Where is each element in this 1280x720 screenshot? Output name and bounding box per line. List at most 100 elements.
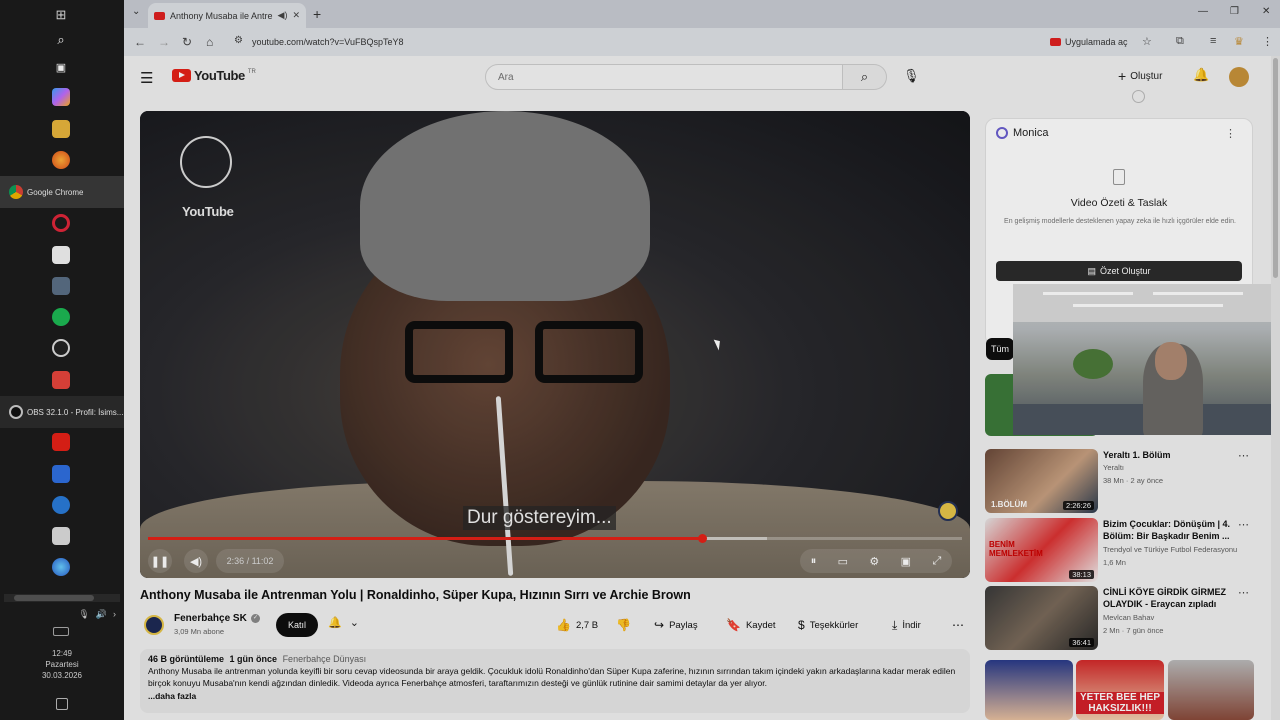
- spotify-icon[interactable]: [52, 308, 70, 326]
- site-info-icon[interactable]: ⚙: [234, 35, 243, 46]
- recommendation-item[interactable]: BENİM MEMLEKETİM 38:13 Bizim Çocuklar: D…: [985, 518, 1255, 590]
- opera-icon[interactable]: [52, 214, 70, 232]
- voice-search-icon[interactable]: 🎙: [903, 68, 920, 84]
- page-scrollbar[interactable]: [1271, 56, 1280, 720]
- chip-all[interactable]: Tüm: [986, 338, 1014, 360]
- more-vertical-icon[interactable]: ⋯: [1238, 449, 1249, 462]
- reload-icon[interactable]: ↻: [182, 35, 192, 49]
- theater-mode-icon[interactable]: ▣: [901, 555, 911, 568]
- media-control-icon[interactable]: ≡: [1210, 35, 1216, 47]
- obs-icon[interactable]: [52, 339, 70, 357]
- search-button[interactable]: ⌕: [843, 64, 887, 90]
- scroll-thumb[interactable]: [14, 595, 94, 601]
- show-more-link[interactable]: ...daha fazla: [148, 691, 962, 701]
- recommendation-thumbnail-partial[interactable]: [985, 660, 1073, 720]
- browser-menu-icon[interactable]: ⋮: [1262, 35, 1273, 48]
- mic-icon[interactable]: 🎙: [78, 609, 89, 620]
- minimize-icon[interactable]: —: [1198, 6, 1208, 17]
- fullscreen-icon[interactable]: ⤢: [932, 555, 941, 568]
- restore-icon[interactable]: ❐: [1230, 6, 1239, 17]
- subscription-bell-button[interactable]: 🔔 ⌄: [328, 616, 359, 629]
- more-vertical-icon[interactable]: ⋯: [1238, 518, 1249, 531]
- taskbar-scrollbar[interactable]: [4, 594, 120, 602]
- monica-name: Monica: [1013, 127, 1049, 139]
- progress-scrubber[interactable]: [697, 534, 707, 543]
- search-icon[interactable]: ⌕: [52, 31, 70, 49]
- youtube-icon[interactable]: [52, 433, 70, 451]
- home-icon[interactable]: ⌂: [206, 35, 213, 49]
- firefox-icon[interactable]: [52, 151, 70, 169]
- page-scrollbar-thumb[interactable]: [1273, 58, 1278, 278]
- webcam-ceiling: [1013, 284, 1280, 322]
- recommendation-thumbnail-partial[interactable]: [1168, 660, 1254, 720]
- more-actions-button[interactable]: ⋯: [952, 613, 964, 637]
- back-icon[interactable]: ←: [134, 35, 146, 49]
- browser-icon[interactable]: [52, 558, 70, 576]
- join-button[interactable]: Katıl: [276, 613, 318, 637]
- progress-bar[interactable]: [148, 534, 962, 543]
- thanks-button[interactable]: $ Teşekkürler: [798, 613, 858, 637]
- dislike-button[interactable]: 👎: [616, 613, 631, 637]
- time-display: 2:36 / 11:02: [216, 549, 284, 573]
- taskbar-chrome-window[interactable]: Google Chrome: [0, 176, 124, 208]
- recommendation-item[interactable]: 1.BÖLÜM 2:26:26 Yeraltı 1. Bölüm Yeraltı…: [985, 449, 1255, 521]
- url-field[interactable]: youtube.com/watch?v=VuFBQspTeY8: [252, 37, 404, 47]
- speaker-icon[interactable]: ◀): [278, 10, 288, 21]
- more-vertical-icon[interactable]: ⋯: [1238, 586, 1249, 599]
- monica-heading: Video Özeti & Taslak: [1070, 197, 1168, 209]
- notifications-bell-icon[interactable]: 🔔: [1193, 67, 1209, 83]
- copilot-icon[interactable]: [52, 88, 70, 106]
- edge-icon[interactable]: [52, 496, 70, 514]
- calculator-icon[interactable]: [52, 277, 70, 295]
- create-button[interactable]: + Oluştur: [1118, 68, 1162, 84]
- autoplay-toggle-icon[interactable]: ⏸: [811, 555, 817, 568]
- file-explorer-icon[interactable]: [52, 120, 70, 138]
- channel-name[interactable]: Fenerbahçe SK: [174, 613, 247, 624]
- share-button[interactable]: ↪ Paylaş: [654, 613, 698, 637]
- taskbar-obs-window[interactable]: OBS 32.1.0 - Profil: İsims...: [0, 396, 124, 428]
- settings-gear-icon[interactable]: ⚙: [869, 555, 879, 568]
- webcam-overlay: [1013, 284, 1280, 435]
- clock-date: 30.03.2026: [41, 671, 83, 680]
- video-player[interactable]: YouTube Dur göstereyim... ❚❚ ◀) 2:36 / 1…: [140, 111, 970, 578]
- store-icon[interactable]: [52, 246, 70, 264]
- chevron-right-icon[interactable]: ›: [113, 609, 116, 619]
- pause-button[interactable]: ❚❚: [148, 549, 172, 573]
- meta-icon[interactable]: [52, 465, 70, 483]
- hashtag-link[interactable]: Fenerbahçe Dünyası: [283, 654, 367, 664]
- channel-avatar[interactable]: [144, 615, 164, 635]
- profile-crown-icon[interactable]: ♛: [1234, 35, 1244, 48]
- generate-summary-button[interactable]: ▤ Özet Oluştur: [996, 261, 1242, 281]
- volume-icon[interactable]: 🔊: [96, 609, 107, 620]
- open-in-app-button[interactable]: Uygulamada aç: [1050, 34, 1128, 50]
- subtitles-icon[interactable]: ▭: [838, 555, 848, 568]
- save-button[interactable]: 🔖 Kaydet: [726, 613, 776, 637]
- keyboard-icon[interactable]: [53, 627, 69, 636]
- task-view-icon[interactable]: ▣: [52, 58, 70, 76]
- new-tab-button[interactable]: +: [313, 6, 321, 22]
- bookmark-star-icon[interactable]: ☆: [1142, 35, 1152, 48]
- recommendation-thumbnail-partial[interactable]: YETER BEE HEP HAKSIZLIK!!!: [1076, 660, 1164, 720]
- account-avatar[interactable]: [1229, 67, 1249, 87]
- clock[interactable]: 12:49 Pazartesi 30.03.2026: [0, 648, 124, 681]
- hamburger-menu-icon[interactable]: ☰: [140, 69, 153, 87]
- capcut-icon[interactable]: [52, 527, 70, 545]
- windows-icon[interactable]: ⊞: [52, 6, 70, 24]
- notification-icon[interactable]: [56, 698, 68, 710]
- tab-youtube[interactable]: Anthony Musaba ile Antrenman Yolu ◀) ✕: [148, 3, 306, 28]
- forward-icon[interactable]: →: [158, 35, 170, 49]
- close-tab-icon[interactable]: ✕: [292, 10, 300, 21]
- monica-menu-icon[interactable]: ⋮: [1225, 127, 1236, 140]
- recommendation-item[interactable]: 36:41 CİNLİ KÖYE GİRDİK GİRMEZ OLAYDIK -…: [985, 586, 1255, 658]
- anydesk-icon[interactable]: [52, 371, 70, 389]
- description-box[interactable]: 46 B görüntüleme 1 gün önce Fenerbahçe D…: [140, 649, 970, 713]
- close-window-icon[interactable]: ✕: [1262, 6, 1270, 17]
- youtube-logo[interactable]: YouTube TR: [172, 68, 256, 83]
- search-box[interactable]: [485, 64, 843, 90]
- volume-button[interactable]: ◀): [184, 549, 208, 573]
- tab-search-icon[interactable]: ⌄: [132, 6, 140, 17]
- extensions-icon[interactable]: ⧉: [1176, 35, 1184, 48]
- download-button[interactable]: ⤓ İndir: [892, 613, 921, 637]
- like-button[interactable]: 👍 2,7 B: [556, 613, 598, 637]
- search-input[interactable]: [486, 65, 842, 89]
